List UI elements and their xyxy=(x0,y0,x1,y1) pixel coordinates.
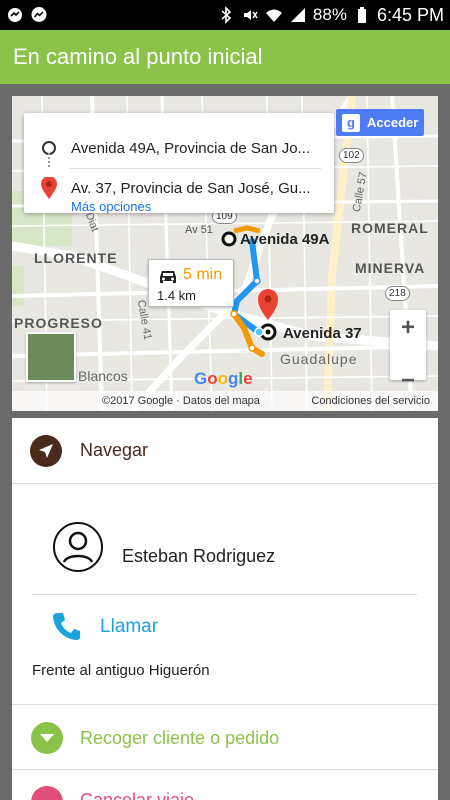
clock: 6:45 PM xyxy=(376,4,444,25)
messenger-icon xyxy=(30,6,48,24)
google-logo: Google xyxy=(194,369,253,388)
google-g-icon: g xyxy=(342,113,360,132)
map-attribution: ©2017 Google · Datos del mapa Condicione… xyxy=(12,391,438,411)
cancel-label: Cancelar viaje xyxy=(80,790,195,800)
chevron-down-icon xyxy=(31,722,63,754)
battery-icon xyxy=(353,6,371,24)
pickup-label: Recoger cliente o pedido xyxy=(80,728,280,748)
call-button[interactable]: Llamar xyxy=(12,608,438,648)
navigate-button[interactable]: Navegar xyxy=(12,418,438,484)
map-copyright: ©2017 Google · Datos del mapa xyxy=(102,395,260,407)
avatar xyxy=(53,522,103,572)
terms-link[interactable]: Condiciones del servicio xyxy=(311,395,430,407)
trip-card: Navegar Esteban Rodriguez Llamar Frente … xyxy=(12,418,438,800)
signal-icon xyxy=(289,6,307,24)
sign-in-button[interactable]: g Acceder xyxy=(336,109,424,136)
area-label-llorente: LLORENTE xyxy=(34,250,118,266)
page-title: En camino al punto inicial xyxy=(13,44,263,69)
navigation-arrow-icon xyxy=(30,435,62,467)
area-label-minerva: MINERVA xyxy=(355,260,426,276)
sign-in-label: Acceder xyxy=(367,115,419,130)
road-shield-102: 102 xyxy=(339,148,364,163)
cancel-trip-button[interactable]: Cancelar viaje xyxy=(12,770,438,800)
mute-icon xyxy=(241,6,259,24)
navigate-label: Navegar xyxy=(80,440,149,460)
divider xyxy=(69,168,321,169)
more-options-link[interactable]: Más opciones xyxy=(71,199,151,214)
status-bar: 88% 6:45 PM xyxy=(0,0,450,30)
zoom-in-button[interactable]: + xyxy=(390,310,426,345)
map-view[interactable]: Avenida 49A Avenida 37 LLORENTE PROGRESO… xyxy=(12,96,438,411)
area-label-romeral: ROMERAL xyxy=(351,220,429,236)
cancel-icon xyxy=(31,786,63,800)
bluetooth-icon xyxy=(217,6,235,24)
app-bar: En camino al punto inicial xyxy=(0,30,450,84)
road-shield-218: 218 xyxy=(385,286,410,301)
eta-time: 5 min xyxy=(183,266,223,283)
area-label-guadalupe: Guadalupe xyxy=(280,351,358,367)
reference-note: Frente al antiguo Higuerón xyxy=(32,662,210,679)
area-label-blancos: Blancos xyxy=(78,368,128,384)
route-connector xyxy=(48,153,50,167)
notification-icon xyxy=(6,6,24,24)
contact-name: Esteban Rodriguez xyxy=(122,546,276,566)
dest-marker-label: Avenida 37 xyxy=(283,325,362,342)
destination-address: Av. 37, Provincia de San José, Gu... xyxy=(71,179,311,197)
contact-section: Esteban Rodriguez xyxy=(12,484,438,594)
origin-row[interactable]: Avenida 49A, Provincia de San Jo... xyxy=(24,133,334,163)
eta-callout: 5 min 1.4 km xyxy=(148,259,234,307)
directions-panel[interactable]: Avenida 49A, Provincia de San Jo... Av. … xyxy=(24,113,334,214)
divider xyxy=(32,594,417,595)
zoom-controls: + − xyxy=(390,310,426,394)
pickup-button[interactable]: Recoger cliente o pedido xyxy=(12,704,438,770)
phone-icon xyxy=(52,611,80,646)
satellite-thumbnail[interactable] xyxy=(26,332,76,382)
street-label-av51: Av 51 xyxy=(185,224,213,236)
eta-distance: 1.4 km xyxy=(157,288,197,303)
area-label-progreso: PROGRESO xyxy=(14,315,103,331)
origin-marker-label: Avenida 49A xyxy=(240,231,330,248)
origin-address: Avenida 49A, Provincia de San Jo... xyxy=(71,139,311,157)
battery-level: 88% xyxy=(312,5,347,24)
wifi-icon xyxy=(265,6,283,24)
call-label: Llamar xyxy=(100,616,159,637)
